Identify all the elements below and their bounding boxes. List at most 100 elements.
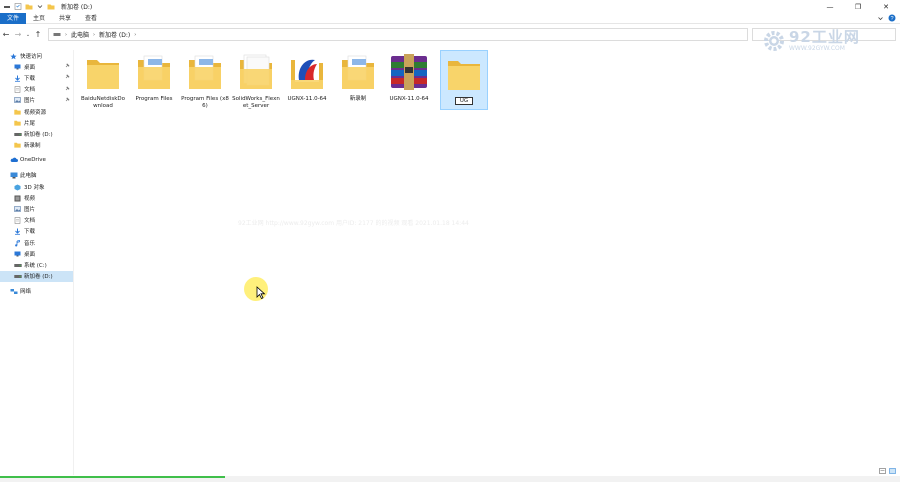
folder-item[interactable]: 新录制 <box>334 50 382 110</box>
cube-icon <box>14 184 21 191</box>
folder-icon <box>181 50 229 94</box>
sidebar-item[interactable]: 桌面 <box>0 248 73 259</box>
item-name: 新录制 <box>349 96 367 102</box>
download-icon <box>14 228 21 236</box>
sidebar-item[interactable]: 音乐 <box>0 237 73 248</box>
folder-icon <box>47 3 55 10</box>
sidebar-item[interactable]: 桌面 <box>0 61 73 72</box>
window-title: 新加卷 (D:) <box>61 4 93 11</box>
sidebar-item-label: 视频资源 <box>24 109 47 116</box>
sidebar-item[interactable]: 快速访问 <box>0 50 73 61</box>
star-icon <box>10 53 17 59</box>
archive-file-item[interactable]: UGNX-11.0-64 <box>385 50 433 110</box>
back-icon[interactable]: ← <box>0 30 12 39</box>
desktop-icon <box>14 251 21 257</box>
breadcrumb-drive-d[interactable]: 新加卷 (D:) <box>99 30 130 39</box>
folder-item[interactable]: UGNX-11.0-64 <box>283 50 331 110</box>
tab-share[interactable]: 共享 <box>52 13 78 24</box>
recent-locations-icon[interactable]: ⌄ <box>24 32 32 38</box>
file-list: BaiduNetdiskDownload Program Files Program… <box>76 46 896 476</box>
tab-home[interactable]: 主页 <box>26 13 52 24</box>
sidebar-item-label: 下载 <box>24 229 36 236</box>
breadcrumb-separator-icon[interactable]: › <box>93 32 95 38</box>
sidebar-item[interactable]: 图片 <box>0 203 73 214</box>
sidebar-item-label: 新录制 <box>24 143 41 150</box>
folder-item[interactable]: BaiduNetdiskDownload <box>79 50 127 110</box>
pin-icon[interactable] <box>65 63 70 70</box>
sidebar-item[interactable]: 片尾 <box>0 117 73 128</box>
sidebar-item[interactable]: 图片 <box>0 95 73 106</box>
sidebar-item[interactable]: 新加卷 (D:) <box>0 128 73 139</box>
sidebar-item[interactable]: 视频资源 <box>0 106 73 117</box>
new-folder-icon[interactable] <box>25 3 33 10</box>
folder-icon <box>440 51 488 95</box>
sidebar-item-label: 文档 <box>24 87 36 94</box>
sidebar-item-label: 图片 <box>24 98 36 105</box>
minimize-button[interactable]: — <box>816 0 844 13</box>
window-menu-icon[interactable] <box>3 3 11 10</box>
video-progress-bar[interactable] <box>0 476 225 478</box>
folder-icon <box>14 142 21 148</box>
ribbon-right-controls: ? <box>877 14 896 24</box>
sidebar-item[interactable]: 新录制 <box>0 140 73 151</box>
cloud-icon <box>10 157 18 163</box>
help-icon[interactable]: ? <box>888 14 896 24</box>
forward-icon[interactable]: → <box>12 30 24 39</box>
drive-icon <box>14 273 22 279</box>
properties-icon[interactable] <box>14 3 22 10</box>
sidebar-item[interactable]: 下载 <box>0 226 73 237</box>
sidebar-item[interactable]: 此电脑 <box>0 170 73 181</box>
sidebar-item[interactable]: 文档 <box>0 84 73 95</box>
sidebar-item[interactable]: 网络 <box>0 286 73 297</box>
folder-item[interactable]: Program Files (x86) <box>181 50 229 110</box>
view-switcher <box>879 468 896 476</box>
item-name: SolidWorks_Flexnet_Server <box>232 96 280 109</box>
breadcrumb-separator-icon[interactable]: › <box>65 32 67 38</box>
folder-item[interactable]: Program Files <box>130 50 178 110</box>
pin-icon[interactable] <box>65 97 70 104</box>
sidebar-item-label: 下载 <box>24 75 36 82</box>
folder-icon <box>130 50 178 94</box>
sidebar-item[interactable]: 下载 <box>0 72 73 83</box>
status-bar <box>0 476 900 482</box>
winrar-archive-icon <box>385 50 433 94</box>
item-name: UGNX-11.0-64 <box>287 96 327 102</box>
up-icon[interactable]: ↑ <box>32 30 44 39</box>
quick-access-toolbar <box>0 3 55 10</box>
svg-text:?: ? <box>890 16 893 22</box>
picture-icon <box>14 206 21 212</box>
sidebar-item[interactable]: 新加卷 (D:) <box>0 270 73 282</box>
sidebar-item[interactable]: 视频 <box>0 192 73 203</box>
tab-view[interactable]: 查看 <box>78 13 104 24</box>
document-icon <box>14 217 21 225</box>
folder-icon <box>79 50 127 94</box>
navigation-pane: 快速访问 桌面 下载 文档 图片 视频资源 片尾 新加卷 (D:) 新录制 OneDrive 此电脑… <box>0 50 74 475</box>
sidebar-item[interactable]: 文档 <box>0 215 73 226</box>
breadcrumb-separator-icon[interactable]: › <box>134 32 136 38</box>
sidebar-item[interactable]: 3D 对象 <box>0 181 73 192</box>
sidebar-item[interactable]: 系统 (C:) <box>0 259 73 270</box>
sidebar-item[interactable]: OneDrive <box>0 155 73 166</box>
pin-icon[interactable] <box>65 86 70 93</box>
sidebar-item-label: 网络 <box>20 289 32 296</box>
address-bar[interactable]: › 此电脑 › 新加卷 (D:) › <box>48 28 748 41</box>
chevron-down-icon[interactable] <box>36 3 44 10</box>
folder-icon <box>14 109 21 115</box>
drive-icon <box>14 131 22 137</box>
large-icons-view-icon[interactable] <box>889 468 896 476</box>
sidebar-item-label: 图片 <box>24 207 36 214</box>
item-name: BaiduNetdiskDownload <box>81 96 125 109</box>
tab-file[interactable]: 文件 <box>0 12 27 24</box>
sidebar-item-label: 桌面 <box>24 251 36 258</box>
close-button[interactable]: ✕ <box>872 0 900 13</box>
folder-icon <box>283 50 331 94</box>
pin-icon[interactable] <box>65 74 70 81</box>
details-view-icon[interactable] <box>879 468 886 476</box>
rename-input[interactable]: UG <box>455 97 473 105</box>
folder-item[interactable]: SolidWorks_Flexnet_Server <box>232 50 280 110</box>
music-icon <box>14 239 21 247</box>
maximize-button[interactable]: ❐ <box>844 0 872 13</box>
folder-item[interactable]: UG <box>440 50 488 110</box>
breadcrumb-this-pc[interactable]: 此电脑 <box>71 30 89 39</box>
expand-ribbon-icon[interactable] <box>877 15 884 24</box>
